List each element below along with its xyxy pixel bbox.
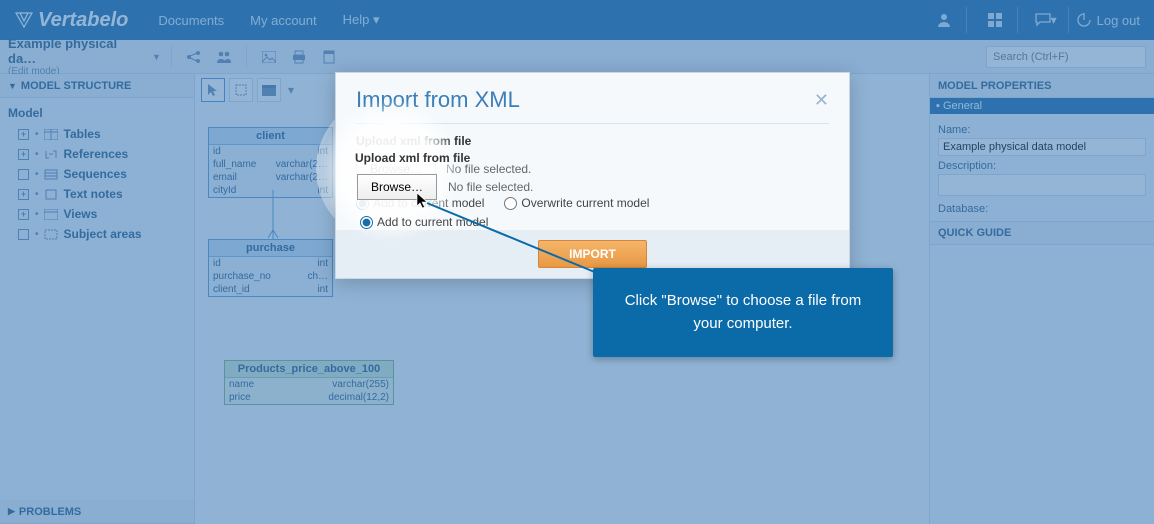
radio-overwrite[interactable]: Overwrite current model (504, 196, 649, 210)
hint-tooltip: Click "Browse" to choose a file from you… (593, 268, 893, 357)
modal-title: Import from XML (356, 87, 814, 113)
import-button[interactable]: IMPORT (538, 240, 647, 268)
file-status: No file selected. (446, 162, 531, 176)
upload-label: Upload xml from file (356, 134, 829, 148)
browse-button-highlight[interactable]: Browse… (357, 174, 437, 200)
modal-close-icon[interactable]: ✕ (814, 90, 829, 111)
radio-add-overlay[interactable] (360, 216, 373, 229)
